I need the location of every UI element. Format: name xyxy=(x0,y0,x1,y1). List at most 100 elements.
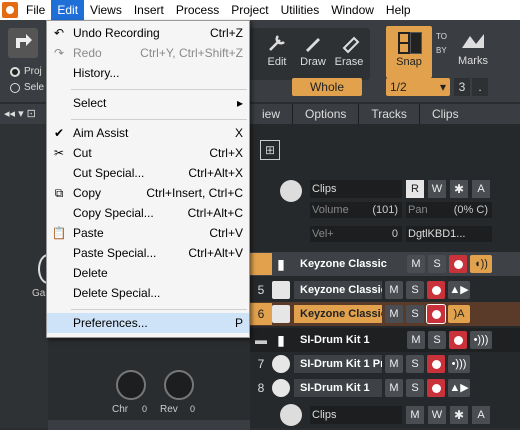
record-arm-button[interactable] xyxy=(427,281,445,299)
arm-button[interactable]: A xyxy=(472,406,490,424)
mute-button[interactable]: M xyxy=(385,355,403,373)
track-name[interactable]: Keyzone Classic xyxy=(294,255,404,273)
record-arm-button[interactable] xyxy=(449,331,467,349)
asterisk-icon[interactable]: ✱ xyxy=(450,406,468,424)
marks-button[interactable]: Marks xyxy=(456,30,490,67)
menu-delete-special[interactable]: Delete Special... xyxy=(47,283,249,303)
chorus-knob[interactable] xyxy=(116,370,146,400)
solo-button[interactable]: S xyxy=(428,255,446,273)
track-name[interactable]: Keyzone Classic xyxy=(294,305,382,323)
record-arm-button[interactable] xyxy=(449,255,467,273)
track-row[interactable]: 5 Keyzone Classic M S ▲▶ xyxy=(250,278,520,302)
input-echo-icon[interactable]: •))) xyxy=(448,355,470,373)
menu-aim-assist[interactable]: ✔ Aim Assist X xyxy=(47,123,249,143)
track-name[interactable]: SI-Drum Kit 1 Pri xyxy=(294,355,382,373)
volume-slider[interactable]: Volume (101) xyxy=(310,202,402,218)
clips-menu[interactable]: Clips xyxy=(420,104,471,124)
menu-process[interactable]: Process xyxy=(170,0,225,20)
menu-history[interactable]: History... xyxy=(47,63,249,83)
draw-tool-button[interactable]: Draw xyxy=(294,30,332,72)
whole-dropdown[interactable]: Whole xyxy=(292,78,362,96)
app-logo-icon[interactable] xyxy=(2,2,18,18)
edit-tool-button[interactable]: Edit xyxy=(258,30,296,72)
menu-label: Undo Recording xyxy=(73,26,160,40)
menu-paste[interactable]: 📋 Paste Ctrl+V xyxy=(47,223,249,243)
clips-dropdown[interactable]: Clips xyxy=(310,180,402,198)
input-echo-icon[interactable]: ▲▶ xyxy=(448,379,470,397)
snap-value-dropdown[interactable]: 1/2 ▾ xyxy=(386,78,450,96)
solo-button[interactable]: S xyxy=(406,281,424,299)
radio-selection[interactable]: Sele xyxy=(10,82,44,93)
mute-button[interactable]: M xyxy=(385,305,403,323)
write-automation-button[interactable]: W xyxy=(428,406,446,424)
menu-insert[interactable]: Insert xyxy=(128,0,170,20)
reverb-knob[interactable] xyxy=(164,370,194,400)
asterisk-icon[interactable]: ✱ xyxy=(450,180,468,198)
pan-slider[interactable]: Pan (0% C) xyxy=(406,202,492,218)
track-row[interactable]: ▮ Keyzone Classic M S ◖)) xyxy=(250,252,520,276)
track-row[interactable]: 6 Keyzone Classic M S )A xyxy=(250,302,520,326)
track-row[interactable]: 7 SI-Drum Kit 1 Pri M S •))) xyxy=(250,352,520,376)
menu-cut-special[interactable]: Cut Special... Ctrl+Alt+X xyxy=(47,163,249,183)
menu-paste-special[interactable]: Paste Special... Ctrl+Alt+V xyxy=(47,243,249,263)
midi-icon xyxy=(280,180,302,202)
menu-delete[interactable]: Delete xyxy=(47,263,249,283)
input-echo-icon[interactable]: •))) xyxy=(470,331,492,349)
output-dropdown[interactable]: DgtlKBD1... xyxy=(406,226,492,242)
clips-dropdown[interactable]: Clips xyxy=(310,406,402,424)
track-name[interactable]: SI-Drum Kit 1 xyxy=(294,379,382,397)
record-arm-button[interactable] xyxy=(427,355,445,373)
erase-tool-button[interactable]: Erase xyxy=(330,30,368,72)
menu-copy-special[interactable]: Copy Special... Ctrl+Alt+C xyxy=(47,203,249,223)
solo-button[interactable]: S xyxy=(428,331,446,349)
menu-copy[interactable]: ⧉ Copy Ctrl+Insert, Ctrl+C xyxy=(47,183,249,203)
input-echo-icon[interactable]: )A xyxy=(448,305,470,323)
track-row[interactable]: 8 SI-Drum Kit 1 M S ▲▶ xyxy=(250,376,520,400)
add-track-icon[interactable]: ⊞ xyxy=(260,140,280,160)
mute-button[interactable]: M xyxy=(406,406,424,424)
input-echo-icon[interactable]: ▲▶ xyxy=(448,281,470,299)
solo-button[interactable]: S xyxy=(406,355,424,373)
menu-preferences[interactable]: Preferences... P xyxy=(47,313,249,333)
snap-mode-toggle[interactable] xyxy=(410,32,422,54)
snap-count[interactable]: 3 xyxy=(454,78,470,96)
track-name[interactable]: SI-Drum Kit 1 xyxy=(294,331,404,349)
velocity-slider[interactable]: Vel+ 0 xyxy=(310,226,402,242)
menu-undo[interactable]: ↶ Undo Recording Ctrl+Z xyxy=(47,23,249,43)
views-menu[interactable]: iew xyxy=(250,104,294,124)
menu-help[interactable]: Help xyxy=(380,0,417,20)
collapse-icon[interactable]: ▬ xyxy=(250,333,272,347)
write-automation-button[interactable]: W xyxy=(428,180,446,198)
menu-views[interactable]: Views xyxy=(84,0,128,20)
mute-button[interactable]: M xyxy=(385,281,403,299)
arm-button[interactable]: A xyxy=(472,180,490,198)
menu-select[interactable]: Select ▸ xyxy=(47,93,249,113)
pan-label: Pan xyxy=(408,204,428,216)
menu-project[interactable]: Project xyxy=(225,0,274,20)
mute-button[interactable]: M xyxy=(407,331,425,349)
menu-redo[interactable]: ↷ Redo Ctrl+Y, Ctrl+Shift+Z xyxy=(47,43,249,63)
menu-edit[interactable]: Edit xyxy=(51,0,85,20)
read-automation-button[interactable]: R xyxy=(406,180,424,198)
options-menu[interactable]: Options xyxy=(293,104,360,124)
chorus-label: Chr xyxy=(112,404,129,415)
tracks-menu[interactable]: Tracks xyxy=(359,104,420,124)
menu-label: Delete Special... xyxy=(73,286,161,300)
track-row[interactable]: ▬ ▮ SI-Drum Kit 1 M S •))) xyxy=(250,328,520,352)
track-name[interactable]: Keyzone Classic xyxy=(294,281,382,299)
mute-button[interactable]: M xyxy=(407,255,425,273)
menu-utilities[interactable]: Utilities xyxy=(275,0,326,20)
menu-cut[interactable]: ✂ Cut Ctrl+X xyxy=(47,143,249,163)
snap-dot-button[interactable]: . xyxy=(472,78,488,96)
solo-button[interactable]: S xyxy=(406,379,424,397)
solo-button[interactable]: S xyxy=(406,305,424,323)
record-arm-button[interactable] xyxy=(427,379,445,397)
snap-button[interactable]: Snap xyxy=(386,26,432,78)
menu-file[interactable]: File xyxy=(20,0,51,20)
record-arm-button[interactable] xyxy=(426,304,446,324)
menu-window[interactable]: Window xyxy=(325,0,380,20)
export-icon[interactable] xyxy=(8,28,38,58)
input-echo-icon[interactable]: ◖)) xyxy=(470,255,492,273)
mute-button[interactable]: M xyxy=(385,379,403,397)
radio-project[interactable]: Proj xyxy=(10,66,42,77)
